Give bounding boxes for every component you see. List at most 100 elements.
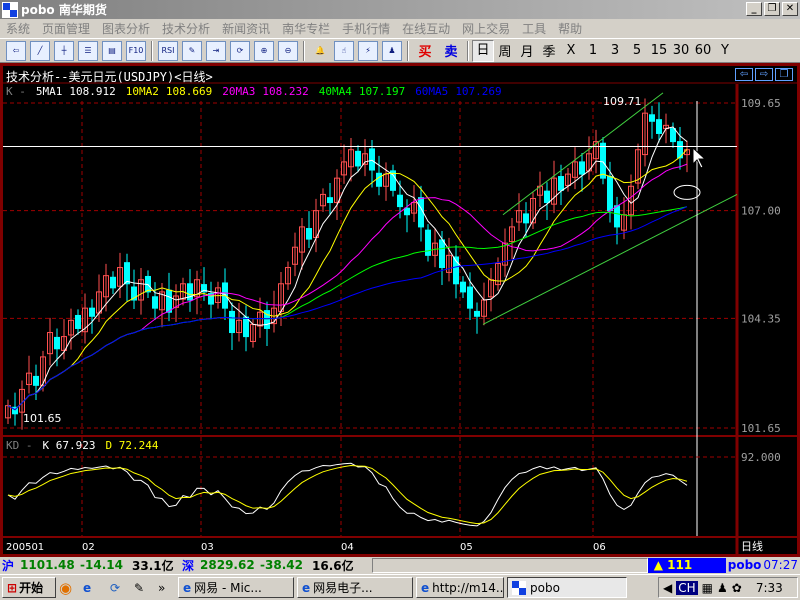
menu-item[interactable]: 工具 (516, 20, 552, 37)
alarm-icon[interactable]: 🔔 (310, 41, 330, 61)
firefox-icon[interactable]: ◉ (59, 579, 83, 597)
candle-body (54, 336, 60, 350)
sell-button[interactable]: 卖 (438, 41, 464, 60)
candle-body (439, 239, 445, 269)
start-button[interactable]: ⊞ 开始 (2, 577, 56, 598)
ma-line-20 (7, 163, 688, 411)
sz-index: 2829.62 (200, 558, 255, 572)
y-tick-label: 101.65 (741, 422, 781, 435)
ma-prefix: K - (6, 85, 26, 98)
input-language[interactable]: CH (676, 580, 698, 595)
menu-item[interactable]: 手机行情 (336, 20, 396, 37)
x-tick-label: 03 (201, 542, 214, 553)
import-icon[interactable]: ⇥ (206, 40, 226, 61)
task-button[interactable]: e 网易 - Mic... (178, 577, 294, 598)
period-button[interactable]: 月 (516, 41, 538, 60)
chart-panel[interactable]: K - 5MA1 108.912 10MA2 108.669 20MA3 108.232 40… (0, 63, 800, 557)
period-button[interactable]: X (560, 43, 582, 58)
sz-change: -38.42 (260, 558, 303, 572)
alert-count[interactable]: ▲ 111 (647, 557, 726, 573)
mouse-cursor-icon (692, 146, 707, 169)
period-button[interactable]: 周 (494, 41, 516, 60)
menu-item[interactable]: 在线互动 (396, 20, 456, 37)
candle-body (110, 276, 116, 289)
task-button[interactable]: e http://m14... (416, 577, 504, 598)
line-chart-icon[interactable]: ╱ (30, 40, 50, 61)
candle-body (607, 176, 613, 212)
period-button[interactable]: 1 (582, 43, 604, 58)
candle-body (327, 197, 333, 204)
kd-k-value: K 67.923 (43, 439, 96, 452)
period-button[interactable]: 30 (670, 43, 692, 58)
ie-icon[interactable]: e (83, 581, 107, 595)
candle-body (558, 176, 564, 191)
menu-item[interactable]: 系统 (0, 20, 36, 37)
menu-item[interactable]: 南华专栏 (276, 20, 336, 37)
rsi-icon[interactable]: RSI (158, 40, 178, 61)
menu-bar: 系统 页面管理 图表分析 技术分析 新闻资讯 南华专栏 手机行情 在线互动 网上交易 工具 帮助 (0, 19, 800, 37)
scroll-left-button[interactable]: ⇦ (735, 68, 753, 81)
zoom-out-icon[interactable]: ⊖ (278, 40, 298, 61)
period-button[interactable]: 3 (604, 43, 626, 58)
candle-body (229, 310, 235, 334)
menu-item[interactable]: 技术分析 (156, 20, 216, 37)
tray-app-icon-2[interactable]: ✿ (732, 581, 742, 595)
zoom-in-icon[interactable]: ⊕ (254, 40, 274, 61)
y-tick-label: 109.65 (741, 97, 781, 110)
period-button[interactable]: 60 (692, 43, 714, 58)
sz-volume: 16.6亿 (312, 558, 354, 573)
menu-item[interactable]: 新闻资讯 (216, 20, 276, 37)
draw-icon[interactable]: ✎ (182, 40, 202, 61)
restore-button[interactable]: ❐ (764, 2, 780, 16)
scroll-right-button[interactable]: ⇨ (755, 68, 773, 81)
qq-icon[interactable]: ♟ (717, 581, 728, 595)
menu-item[interactable]: 网上交易 (456, 20, 516, 37)
menu-item[interactable]: 帮助 (552, 20, 588, 37)
tray-app-icon[interactable]: ▦ (702, 581, 713, 595)
more-chevron[interactable]: » (158, 581, 178, 595)
notepad-icon[interactable]: ✎ (134, 581, 158, 595)
list-icon[interactable]: ☰ (78, 40, 98, 61)
menu-item[interactable]: 图表分析 (96, 20, 156, 37)
candle-body (306, 228, 312, 240)
candle-body (355, 150, 361, 167)
kd-tick-label: 92.000 (741, 451, 781, 464)
annotation-ellipse (673, 184, 701, 200)
period-button[interactable]: 日 (472, 39, 494, 62)
refresh-icon[interactable]: ⟳ (110, 581, 134, 595)
close-button[interactable]: ✕ (782, 2, 798, 16)
tray-clock: 7:33 (755, 580, 783, 595)
candle-body (166, 289, 172, 313)
chart-canvas[interactable]: K - 5MA1 108.912 10MA2 108.669 20MA3 108.232 40… (3, 66, 797, 554)
period-button[interactable]: 15 (648, 43, 670, 58)
task-button[interactable]: e 网易电子... (297, 577, 413, 598)
refresh-icon[interactable]: ⟳ (230, 40, 250, 61)
ma-legend-value: 108.912 (69, 85, 115, 98)
kd-label: KD - (6, 439, 33, 452)
period-button[interactable]: 季 (538, 41, 560, 60)
ma-line-10 (7, 148, 688, 411)
news-icon[interactable]: ▤ (102, 40, 122, 61)
buy-button[interactable]: 买 (412, 41, 438, 60)
users-icon[interactable]: ♟ (382, 40, 402, 61)
candle-icon[interactable]: ┼ (54, 40, 74, 61)
kd-d-line (7, 465, 688, 525)
candle-body (614, 205, 620, 228)
ma-legend-label: 5MA1 (36, 85, 63, 98)
plug-icon[interactable]: ⚡ (358, 40, 378, 61)
candle-body (404, 207, 410, 216)
back-icon[interactable]: ⇦ (6, 40, 26, 61)
menu-item[interactable]: 页面管理 (36, 20, 96, 37)
period-button[interactable]: Y (714, 43, 736, 58)
y-tick-label: 104.35 (741, 312, 781, 325)
kd-k-line (7, 462, 688, 527)
period-button[interactable]: 5 (626, 43, 648, 58)
hand-icon[interactable]: ☝ (334, 40, 354, 61)
f10-icon[interactable]: F10 (126, 40, 146, 61)
window-mode-button[interactable]: ❐ (775, 68, 793, 81)
sh-index: 1101.48 (20, 558, 75, 572)
minimize-button[interactable]: _ (746, 2, 762, 16)
task-button-active[interactable]: pobo (507, 577, 627, 598)
volume-icon[interactable]: ◀ (663, 581, 672, 595)
candle-body (89, 307, 95, 317)
